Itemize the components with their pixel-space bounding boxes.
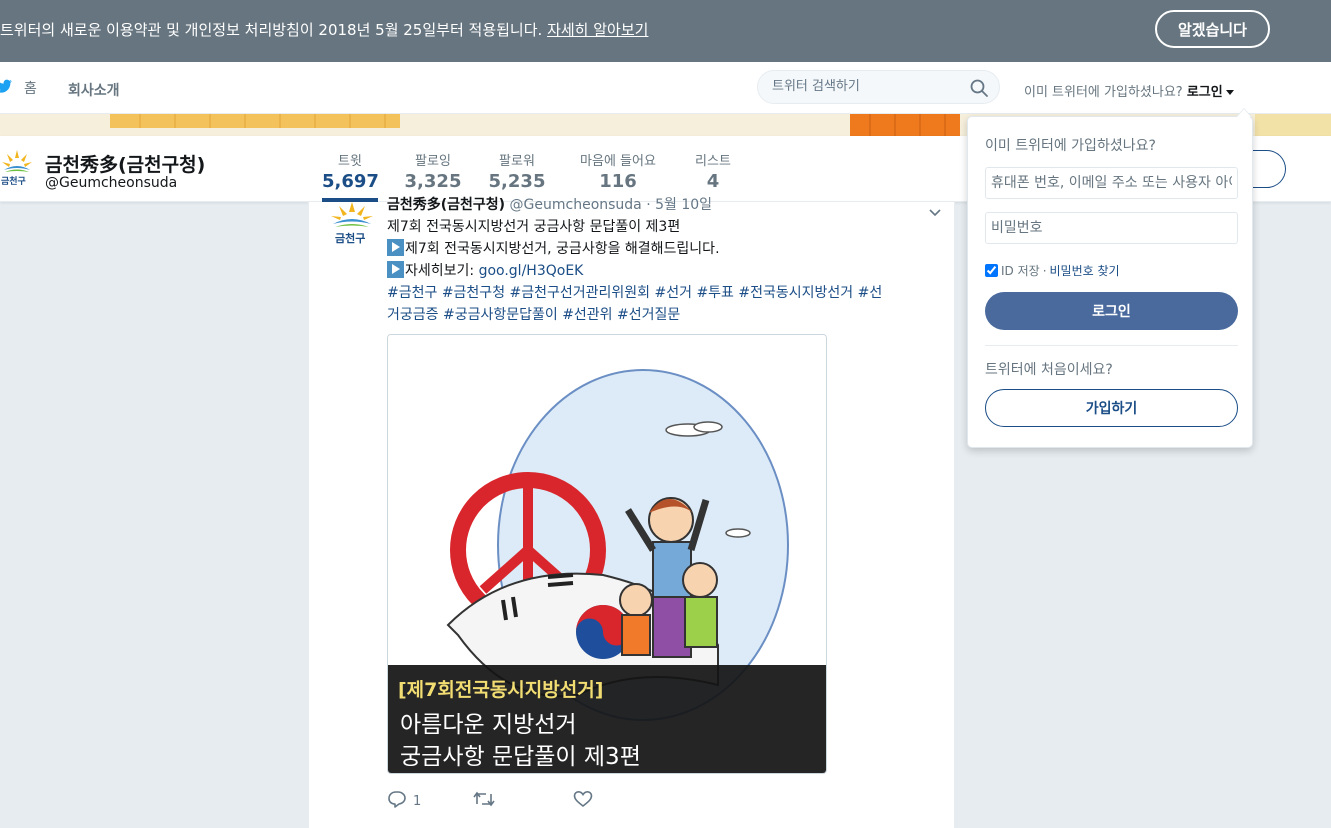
media-caption-line-2: 궁금사항 문답풀이 제3편 bbox=[400, 744, 641, 770]
stat-value: 3,325 bbox=[404, 171, 462, 192]
profile-avatar-text: 금천구 bbox=[1, 177, 26, 187]
stat-label: 트윗 bbox=[338, 154, 362, 169]
banner-message: 트위터의 새로운 이용약관 및 개인정보 처리방침이 2018년 5월 25일부… bbox=[0, 19, 648, 40]
banner-text: 트위터의 새로운 이용약관 및 개인정보 처리방침이 2018년 5월 25일부… bbox=[0, 21, 543, 39]
tweet-avatar-text: 금천구 bbox=[335, 232, 366, 245]
stat-label: 팔로워 bbox=[499, 154, 535, 169]
stat-value: 5,697 bbox=[322, 171, 379, 192]
remember-separator: · bbox=[1042, 263, 1047, 278]
profile-handle[interactable]: @Geumcheonsuda bbox=[45, 175, 177, 191]
nav-home-label: 홈 bbox=[24, 81, 37, 97]
signup-button[interactable]: 가입하기 bbox=[985, 389, 1238, 427]
heart-icon bbox=[573, 790, 593, 812]
username-input[interactable] bbox=[985, 167, 1238, 199]
forgot-password-link[interactable]: 비밀번호 찾기 bbox=[1050, 262, 1120, 279]
stat-lists[interactable]: 리스트 4 bbox=[690, 150, 736, 192]
profile-name[interactable]: 금천秀多(금천구청) bbox=[45, 150, 205, 177]
search-icon[interactable] bbox=[969, 78, 989, 102]
reply-count: 1 bbox=[413, 793, 422, 809]
profile-avatar[interactable]: 금천구 bbox=[0, 148, 34, 188]
stat-following[interactable]: 팔로잉 3,325 bbox=[404, 150, 462, 192]
password-input[interactable] bbox=[985, 212, 1238, 244]
stat-likes[interactable]: 마음에 들어요 116 bbox=[574, 150, 662, 192]
like-button[interactable] bbox=[573, 790, 593, 812]
search-box bbox=[757, 70, 1000, 104]
tweet-line-3: 자세히보기: goo.gl/H3QoEK bbox=[387, 260, 947, 282]
play-icon bbox=[387, 261, 404, 278]
tweet-media-image[interactable]: [제7회전국동시지방선거] 아름다운 지방선거 궁금사항 문답풀이 제3편 bbox=[387, 334, 827, 774]
nav-login-link[interactable]: 로그인 bbox=[1187, 85, 1223, 100]
tweet-text: 제7회 전국동시지방선거 궁금사항 문답풀이 제3편 제7회 전국동시지방선거,… bbox=[387, 216, 947, 326]
tweet-line-1: 제7회 전국동시지방선거 궁금사항 문답풀이 제3편 bbox=[387, 219, 681, 235]
tweet-link[interactable]: goo.gl/H3QoEK bbox=[479, 263, 584, 279]
play-icon bbox=[387, 239, 404, 256]
login-dropdown-question: 이미 트위터에 가입하셨나요? bbox=[985, 138, 1156, 154]
tweet-line-3-prefix: 자세히보기: bbox=[405, 263, 479, 279]
stat-label: 마음에 들어요 bbox=[580, 154, 656, 169]
search-input[interactable] bbox=[772, 79, 962, 94]
remember-label[interactable]: ID 저장 bbox=[1001, 262, 1040, 279]
nav-about-link[interactable]: 회사소개 bbox=[68, 80, 120, 100]
tweet-actions: 1 bbox=[387, 790, 593, 812]
top-nav: 홈 회사소개 이미 트위터에 가입하셨나요? 로그인 bbox=[0, 62, 1331, 114]
media-caption-title: [제7회전국동시지방선거] bbox=[398, 679, 604, 701]
tweet-author[interactable]: 금천秀多(금천구청) bbox=[387, 197, 505, 213]
remember-checkbox[interactable] bbox=[985, 264, 998, 277]
tweet[interactable]: 금천구 금천秀多(금천구청) @Geumcheonsuda · 5월 10일 제… bbox=[308, 197, 955, 828]
dropdown-divider bbox=[985, 345, 1238, 346]
login-dropdown: 이미 트위터에 가입하셨나요? ID 저장 · 비밀번호 찾기 로그인 트위터에… bbox=[967, 108, 1253, 448]
nav-home-link[interactable]: 홈 bbox=[0, 78, 37, 98]
stat-tweets[interactable]: 트윗 5,697 bbox=[322, 150, 379, 192]
login-button[interactable]: 로그인 bbox=[985, 292, 1238, 330]
stat-followers[interactable]: 팔로워 5,235 bbox=[488, 150, 546, 192]
caret-down-icon[interactable] bbox=[1225, 90, 1234, 95]
tweet-date[interactable]: 5월 10일 bbox=[655, 197, 712, 213]
banner-learn-more-link[interactable]: 자세히 알아보기 bbox=[547, 21, 648, 39]
stat-value: 4 bbox=[706, 171, 720, 192]
tweet-handle[interactable]: @Geumcheonsuda bbox=[510, 197, 642, 213]
tweet-hashtags-1[interactable]: #금천구 #금천구청 #금천구선거관리위원회 #선거 #투표 #전국동시지방선거… bbox=[387, 282, 947, 304]
retweet-button[interactable] bbox=[473, 791, 573, 811]
stat-label: 리스트 bbox=[695, 154, 731, 169]
tweet-hashtags-2[interactable]: 거궁금증 #궁금사항문답풀이 #선관위 #선거질문 bbox=[387, 304, 947, 326]
nav-login-prompt: 이미 트위터에 가입하셨나요? 로그인 bbox=[1024, 81, 1234, 100]
stat-value: 5,235 bbox=[488, 171, 546, 192]
tweet-line-2: 제7회 전국동시지방선거, 궁금사항을 해결해드립니다. bbox=[387, 238, 947, 260]
tweet-avatar[interactable]: 금천구 bbox=[327, 202, 377, 250]
tweet-dot: · bbox=[646, 197, 651, 213]
nav-login-question: 이미 트위터에 가입하셨나요? bbox=[1024, 85, 1183, 100]
signup-question: 트위터에 처음이세요? bbox=[985, 362, 1113, 378]
remember-row: ID 저장 · 비밀번호 찾기 bbox=[985, 262, 1120, 279]
tweet-line-2-text: 제7회 전국동시지방선거, 궁금사항을 해결해드립니다. bbox=[405, 241, 720, 257]
media-caption-line-1: 아름다운 지방선거 bbox=[400, 712, 577, 738]
twitter-bird-icon bbox=[0, 78, 16, 98]
stat-label: 팔로잉 bbox=[415, 154, 451, 169]
tweet-header: 금천秀多(금천구청) @Geumcheonsuda · 5월 10일 bbox=[387, 194, 712, 214]
retweet-icon bbox=[473, 791, 495, 811]
reply-button[interactable]: 1 bbox=[387, 790, 473, 812]
reply-icon bbox=[387, 790, 407, 812]
media-caption: [제7회전국동시지방선거] 아름다운 지방선거 궁금사항 문답풀이 제3편 bbox=[388, 665, 826, 773]
banner-dismiss-button[interactable]: 알겠습니다 bbox=[1155, 10, 1270, 48]
stat-value: 116 bbox=[599, 171, 637, 192]
policy-banner: 트위터의 새로운 이용약관 및 개인정보 처리방침이 2018년 5월 25일부… bbox=[0, 0, 1331, 62]
